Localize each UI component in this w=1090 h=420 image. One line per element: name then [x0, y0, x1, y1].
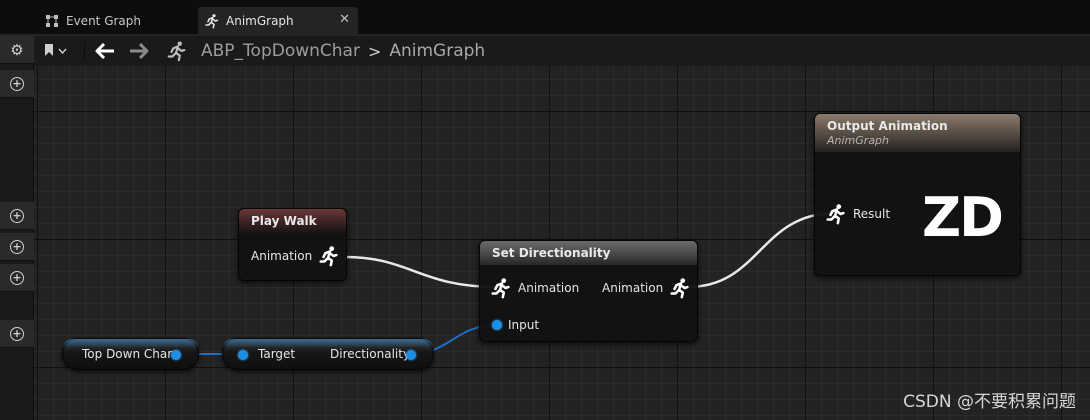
object-pin-icon[interactable] — [171, 350, 181, 360]
input-pin-input[interactable]: Input — [492, 318, 539, 332]
runner-icon — [669, 276, 691, 300]
pin-label: Result — [853, 207, 891, 221]
runner-icon — [318, 244, 340, 268]
toolbar-divider — [84, 41, 85, 61]
add-button[interactable]: + — [0, 320, 34, 348]
node-play-walk[interactable]: Play Walk Animation — [238, 208, 347, 281]
input-pin-animation[interactable]: Animation — [490, 276, 579, 300]
forward-button[interactable] — [125, 40, 153, 62]
node-set-directionality[interactable]: Set Directionality Animation Animation I… — [479, 240, 698, 342]
left-sidebar: ⚙ + + + + VI + — [0, 36, 34, 420]
object-pin-icon[interactable] — [406, 350, 416, 360]
add-button[interactable]: + — [0, 202, 34, 230]
plus-icon: + — [10, 76, 24, 91]
plus-icon: + — [10, 208, 24, 223]
variable-node-top-down-char[interactable]: Top Down Char — [62, 338, 199, 370]
node-get-directionality[interactable]: Target Directionality — [222, 338, 434, 370]
watermark: CSDN @不要积累问题 — [903, 392, 1076, 412]
runner-icon — [204, 13, 220, 29]
add-button[interactable]: + — [0, 264, 34, 292]
bookmark-dropdown[interactable] — [44, 40, 78, 62]
pin-label-target: Target — [258, 347, 296, 361]
tab-animgraph[interactable]: AnimGraph ✕ — [198, 7, 358, 34]
event-graph-icon — [44, 13, 60, 29]
tab-bar: Event Graph AnimGraph ✕ — [0, 0, 1090, 36]
node-subtitle: AnimGraph — [827, 134, 890, 147]
node-title: Play Walk — [239, 209, 346, 233]
pin-label-directionality: Directionality — [330, 347, 411, 361]
back-button[interactable] — [91, 40, 119, 62]
variable-label: Top Down Char — [82, 347, 173, 361]
breadcrumb-toolbar: ABP_TopDownChar > AnimGraph — [34, 36, 1090, 66]
add-button[interactable]: + — [0, 70, 34, 98]
object-pin-icon[interactable] — [238, 350, 248, 360]
arrow-right-icon — [130, 43, 149, 59]
gear-icon: ⚙ — [10, 40, 24, 59]
node-title: Output Animation — [827, 119, 948, 133]
tab-label: Event Graph — [66, 13, 141, 28]
breadcrumb-parent[interactable]: ABP_TopDownChar — [201, 41, 360, 61]
settings-button[interactable]: ⚙ — [0, 36, 34, 64]
zd-logo: ZD — [922, 186, 1004, 249]
breadcrumb-separator: > — [367, 41, 382, 61]
pin-label: Animation — [251, 249, 313, 263]
close-icon[interactable]: ✕ — [339, 12, 350, 27]
output-pin-animation[interactable]: Animation — [251, 244, 340, 268]
tab-label: AnimGraph — [226, 13, 294, 28]
pin-label: Animation — [518, 281, 580, 295]
runner-icon — [825, 202, 847, 226]
breadcrumb-current: AnimGraph — [389, 41, 486, 61]
graph-editor: { "tabs": [ {"label": "Event Graph", "ic… — [0, 0, 1090, 420]
output-pin-animation[interactable]: Animation — [602, 276, 691, 300]
plus-icon: + — [10, 270, 24, 285]
bookmark-icon — [44, 43, 54, 60]
pin-label: Animation — [602, 281, 664, 295]
plus-icon: + — [10, 326, 24, 341]
chevron-down-icon — [58, 46, 67, 57]
input-pin-result[interactable]: Result — [825, 202, 890, 226]
arrow-left-icon — [95, 43, 114, 59]
pin-label: Input — [508, 318, 540, 332]
tab-event-graph[interactable]: Event Graph — [40, 7, 190, 34]
node-header: Output Animation AnimGraph — [815, 114, 1020, 152]
object-pin-icon — [492, 320, 502, 330]
node-title: Set Directionality — [480, 241, 697, 265]
add-button[interactable]: + — [0, 233, 34, 261]
runner-icon — [490, 276, 512, 300]
runner-icon — [165, 39, 189, 63]
plus-icon: + — [10, 239, 24, 254]
